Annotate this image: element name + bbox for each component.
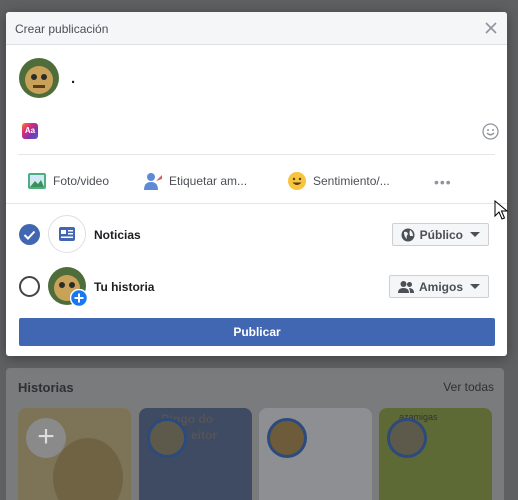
photo-icon <box>28 173 46 189</box>
story-label: Tu historia <box>94 280 155 294</box>
photo-video-label: Foto/video <box>53 174 110 188</box>
mouse-cursor-icon <box>494 200 508 220</box>
smiley-icon <box>288 172 306 190</box>
tag-friends-icon <box>144 173 162 190</box>
tag-friends-label: Etiquetar am... <box>169 174 248 188</box>
more-options-icon[interactable]: ••• <box>434 174 452 190</box>
photo-video-button[interactable]: Foto/video <box>27 170 109 192</box>
share-story-row: Tu historia Amigos <box>6 266 507 307</box>
story-audience-label: Amigos <box>418 279 463 294</box>
emoji-icon[interactable] <box>482 123 499 140</box>
tag-friends-button[interactable]: Etiquetar am... <box>143 170 247 192</box>
post-text-input[interactable]: . <box>71 70 75 87</box>
user-avatar <box>19 58 59 98</box>
publish-button[interactable]: Publicar <box>19 318 495 346</box>
stories-card: Historias Ver todas + Bingo do eitor aza… <box>6 368 504 500</box>
see-all-link[interactable]: Ver todas <box>443 380 494 394</box>
news-feed-checkbox[interactable] <box>19 224 40 245</box>
text-format-icon[interactable]: Aa <box>22 123 38 139</box>
dialog-title: Crear publicación <box>15 22 109 36</box>
news-feed-icon <box>48 215 86 253</box>
story-checkbox[interactable] <box>19 276 40 297</box>
story-card[interactable]: Bingo do eitor <box>139 408 252 500</box>
story-audience-selector[interactable]: Amigos <box>388 275 489 298</box>
divider <box>6 203 507 204</box>
story-text: eitor <box>191 428 218 442</box>
stories-title: Historias <box>18 380 74 395</box>
dialog-header: Crear publicación <box>6 12 507 45</box>
checkmark-icon <box>23 230 36 240</box>
add-story-icon <box>70 289 88 307</box>
close-icon[interactable] <box>483 20 499 36</box>
story-avatar <box>387 418 427 458</box>
globe-icon <box>401 228 415 241</box>
post-actions: Foto/video Etiquetar am... Sentimiento/.… <box>6 164 507 198</box>
chevron-down-icon <box>470 284 480 289</box>
story-card-create[interactable]: + <box>18 408 131 500</box>
feeling-activity-button[interactable]: Sentimiento/... <box>287 170 390 192</box>
story-avatar <box>147 418 187 458</box>
story-card[interactable]: azamigas <box>379 408 492 500</box>
friends-icon <box>397 280 414 293</box>
story-avatar <box>267 418 307 458</box>
news-audience-selector[interactable]: Público <box>391 223 489 246</box>
feeling-activity-label: Sentimiento/... <box>313 174 390 188</box>
news-audience-label: Público <box>419 227 463 242</box>
news-feed-label: Noticias <box>94 228 141 242</box>
share-news-feed-row: Noticias Público <box>6 214 507 254</box>
divider <box>18 154 495 155</box>
story-card[interactable] <box>259 408 372 500</box>
create-post-dialog: Crear publicación . Aa Foto/video Etique… <box>6 12 507 356</box>
chevron-down-icon <box>470 232 480 237</box>
